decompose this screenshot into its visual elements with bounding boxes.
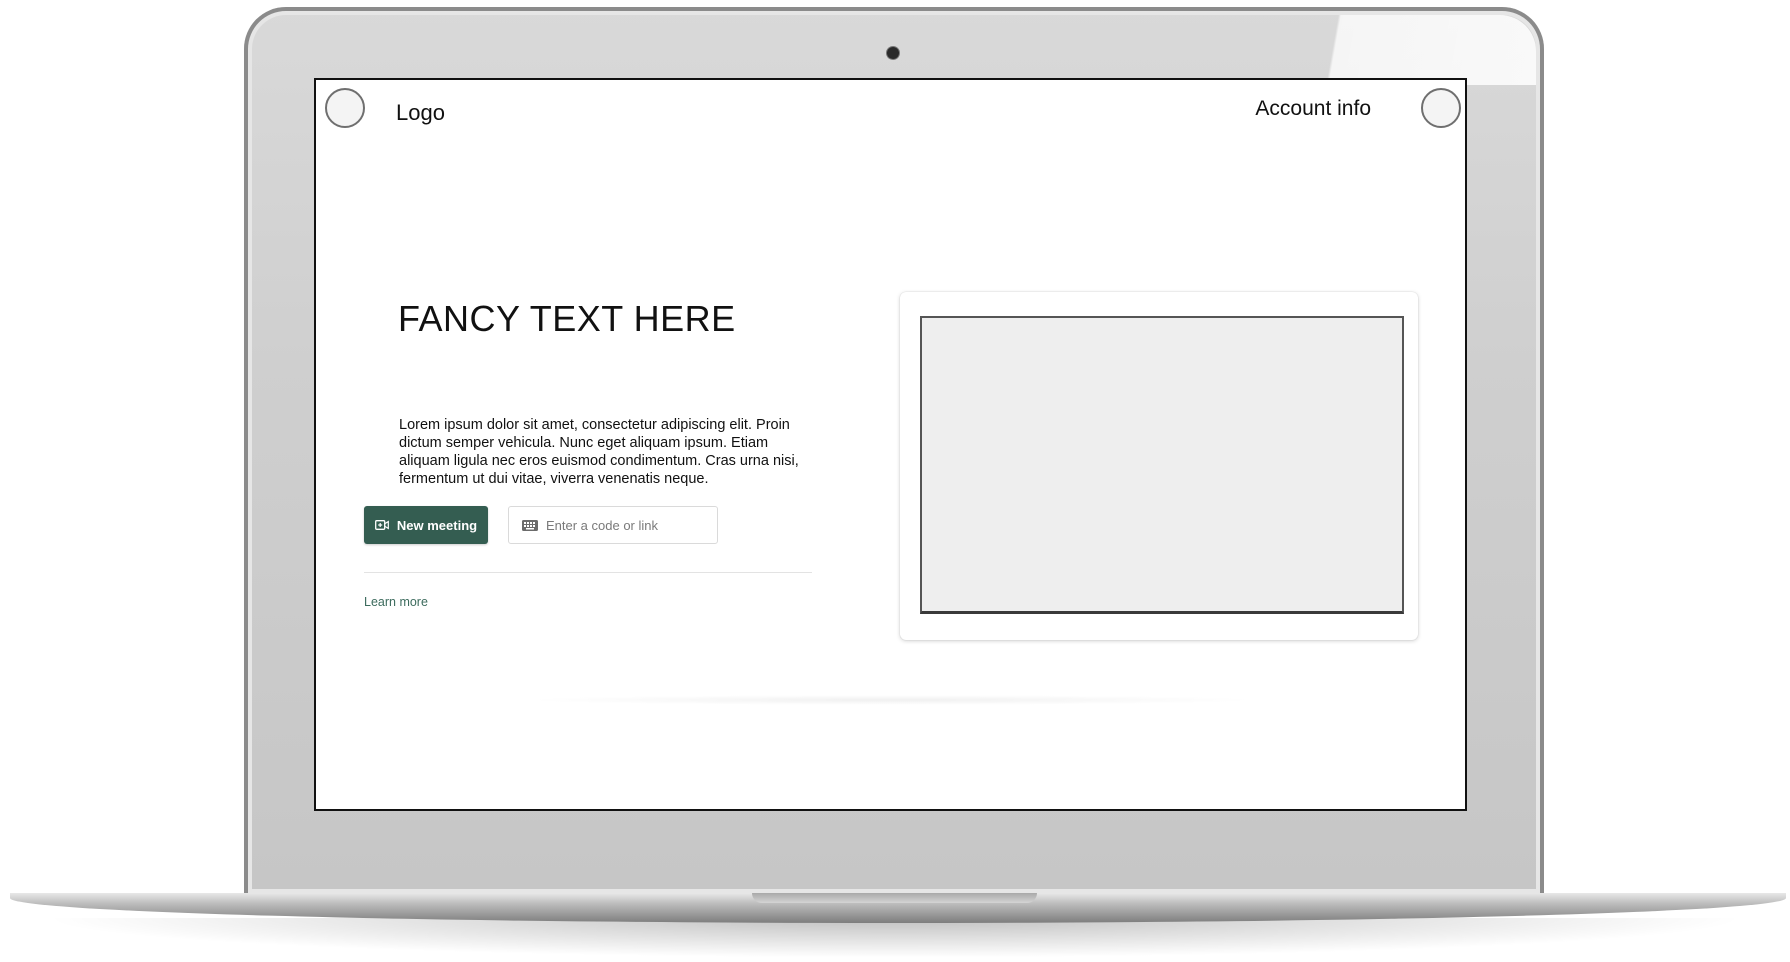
logo-placeholder-circle[interactable] xyxy=(325,88,365,128)
content-shadow xyxy=(521,695,1261,705)
logo-text[interactable]: Logo xyxy=(396,100,445,126)
hero-description: Lorem ipsum dolor sit amet, consectetur … xyxy=(399,417,799,487)
laptop-shadow xyxy=(40,918,1750,958)
divider xyxy=(364,572,812,573)
new-meeting-label: New meeting xyxy=(396,517,478,533)
laptop-mockup: Logo Account info FANCY TEXT HERE Lorem … xyxy=(0,0,1790,962)
meeting-code-field[interactable] xyxy=(508,506,718,544)
keyboard-icon xyxy=(522,519,538,531)
preview-image-placeholder xyxy=(920,316,1404,614)
lid-glare xyxy=(1286,15,1536,85)
account-avatar[interactable] xyxy=(1421,88,1461,128)
account-info-link[interactable]: Account info xyxy=(1255,97,1371,121)
webcam xyxy=(887,47,899,59)
meeting-code-input[interactable] xyxy=(546,517,696,533)
new-meeting-button[interactable]: New meeting xyxy=(364,506,488,544)
video-plus-icon xyxy=(374,520,389,530)
screen: Logo Account info FANCY TEXT HERE Lorem … xyxy=(314,78,1467,811)
laptop-notch xyxy=(752,893,1037,903)
page-title: FANCY TEXT HERE xyxy=(398,298,736,339)
learn-more-link[interactable]: Learn more xyxy=(364,595,428,609)
preview-card xyxy=(900,292,1418,640)
